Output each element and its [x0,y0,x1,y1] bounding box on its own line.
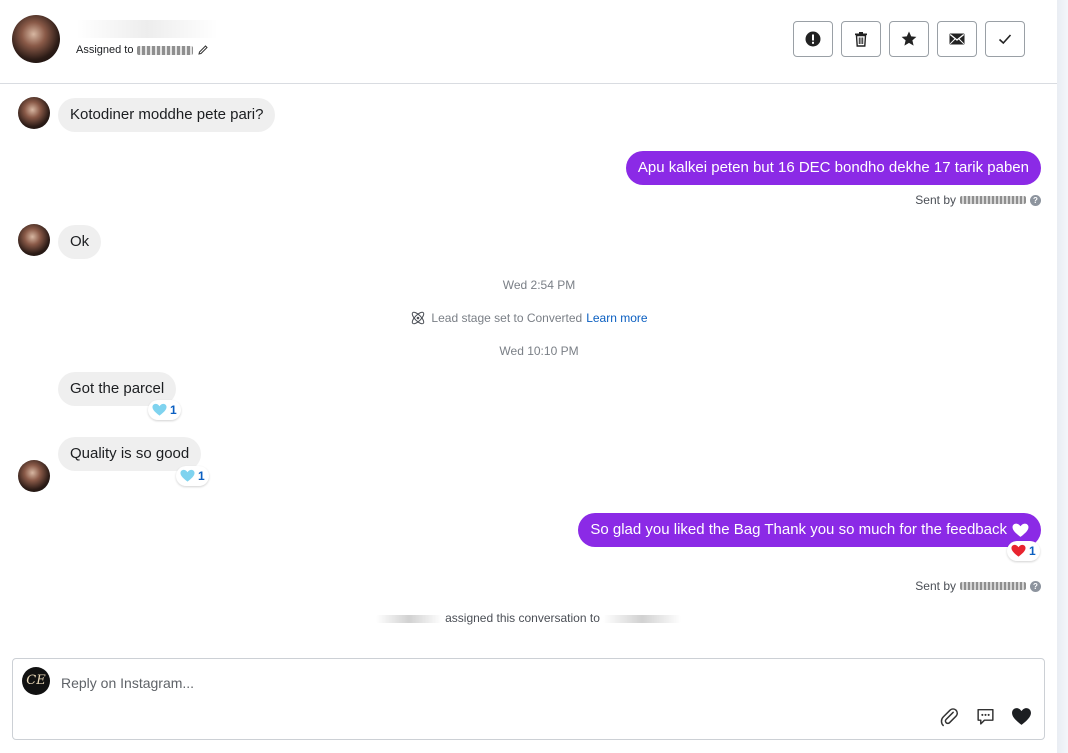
outgoing-message[interactable]: So glad you liked the Bag Thank you so m… [578,513,1041,547]
sent-by-row: Sent by ? [915,193,1041,207]
delete-button[interactable] [841,21,881,57]
exclamation-icon [805,31,821,47]
outgoing-message[interactable]: Apu kalkei peten but 16 DEC bondho dekhe… [625,151,1041,185]
message-reaction[interactable]: 1 [148,400,181,420]
contact-avatar-small [18,460,50,492]
contact-avatar-small [18,224,50,256]
lead-stage-event: Lead stage set to Converted Learn more [0,309,1057,327]
star-icon [901,31,917,46]
saved-replies-icon[interactable] [974,705,996,727]
composer-actions [938,705,1032,727]
learn-more-link[interactable]: Learn more [586,311,647,325]
conversation-panel: Assigned to Kotodiner moddhe pete pari? … [0,0,1057,753]
reaction-count: 1 [198,469,205,483]
sender-name-redacted [960,196,1026,204]
red-heart-icon [1011,544,1026,557]
mark-unread-button[interactable] [937,21,977,57]
contact-name-redacted [76,20,218,38]
paperclip-icon[interactable] [938,705,960,727]
assignment-event: assigned this conversation to [0,611,1057,625]
message-reaction[interactable]: 1 [1007,541,1040,561]
contact-avatar[interactable] [12,15,60,63]
help-icon[interactable]: ? [1030,194,1041,206]
sent-by-row: Sent by ? [915,579,1041,593]
outgoing-message-text: So glad you liked the Bag Thank you so m… [590,521,1007,538]
reaction-count: 1 [170,403,177,417]
brand-avatar: CE [22,667,50,695]
checkmark-icon [998,34,1012,45]
assignee-name-redacted [603,614,682,623]
header-actions [793,21,1025,57]
lead-stage-text: Lead stage set to Converted [431,311,583,325]
sender-name-redacted [960,582,1026,590]
incoming-message[interactable]: Ok [58,225,102,259]
reaction-count: 1 [1029,544,1036,558]
envelope-icon [949,33,965,45]
incoming-message[interactable]: Kotodiner moddhe pete pari? [58,98,276,132]
window-edge [1057,0,1068,753]
assignment-event-text: assigned this conversation to [445,611,600,625]
sent-by-label: Sent by [915,579,956,593]
message-thread: Kotodiner moddhe pete pari? Apu kalkei p… [0,85,1057,655]
sent-by-label: Sent by [915,193,956,207]
blue-heart-icon [180,469,195,482]
spam-button[interactable] [793,21,833,57]
heart-icon[interactable] [1010,705,1032,727]
help-icon[interactable]: ? [1030,580,1041,592]
contact-avatar-small [18,97,50,129]
assigner-name-redacted [375,614,442,623]
conversation-header: Assigned to [0,0,1057,84]
assignee-name-redacted [137,45,194,55]
reply-composer: CE [12,658,1045,740]
message-reaction[interactable]: 1 [176,466,209,486]
assigned-to-row: Assigned to [76,44,209,56]
atom-icon [412,311,425,325]
blue-heart-icon [152,403,167,416]
done-button[interactable] [985,21,1025,57]
star-button[interactable] [889,21,929,57]
assigned-to-label: Assigned to [76,44,134,56]
trash-icon [855,32,867,47]
timestamp: Wed 2:54 PM [502,278,576,292]
reply-input[interactable] [61,672,961,694]
white-heart-icon [1012,523,1029,537]
incoming-message[interactable]: Quality is so good [58,437,202,471]
timestamp: Wed 10:10 PM [499,344,579,358]
pencil-icon[interactable] [197,44,209,56]
